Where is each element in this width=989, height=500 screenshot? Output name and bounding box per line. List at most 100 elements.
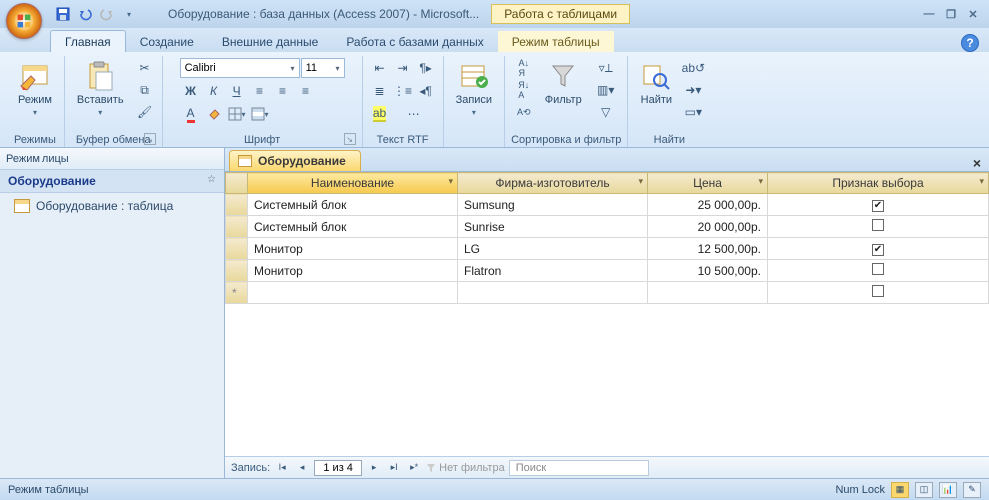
underline-icon[interactable]: Ч: [226, 81, 248, 101]
gridlines-icon[interactable]: ▾: [226, 104, 248, 124]
chart-view-icon[interactable]: 📊: [939, 482, 957, 498]
row-selector[interactable]: [226, 260, 248, 282]
cell-manufacturer[interactable]: Sumsung: [458, 194, 648, 216]
tab-external-data[interactable]: Внешние данные: [208, 31, 333, 52]
checkbox-icon[interactable]: ✔: [872, 244, 884, 256]
cell-manufacturer[interactable]: Sunrise: [458, 216, 648, 238]
cell-name[interactable]: Монитор: [248, 260, 458, 282]
replace-icon[interactable]: ab↺: [682, 58, 704, 78]
select-all-cell[interactable]: [226, 173, 248, 194]
copy-icon[interactable]: ⧉: [134, 80, 156, 100]
cell-flag[interactable]: [768, 216, 989, 238]
checkbox-icon[interactable]: [872, 219, 884, 231]
increase-indent-icon[interactable]: ⇥: [392, 58, 414, 78]
cell-price[interactable]: 10 500,00р.: [648, 260, 768, 282]
tab-datasheet[interactable]: Режим таблицы: [498, 31, 614, 52]
cell-price[interactable]: 25 000,00р.: [648, 194, 768, 216]
chevron-down-icon[interactable]: ▾: [448, 176, 453, 187]
cell-manufacturer[interactable]: LG: [458, 238, 648, 260]
cell-name[interactable]: Системный блок: [248, 194, 458, 216]
next-record-icon[interactable]: ▸: [366, 460, 382, 476]
nav-category[interactable]: Оборудование☆: [0, 170, 224, 193]
cell-flag[interactable]: ✔: [768, 238, 989, 260]
view-bar[interactable]: Режимлицы: [0, 148, 224, 170]
column-header-manufacturer[interactable]: Фирма-изготовитель▾: [458, 173, 648, 194]
chevron-down-icon[interactable]: ▾: [638, 176, 643, 187]
new-record-icon[interactable]: ▸*: [406, 460, 422, 476]
column-header-name[interactable]: Наименование▾: [248, 173, 458, 194]
richtext-more-icon[interactable]: ⋯: [392, 104, 436, 124]
sort-desc-icon[interactable]: Я↓А: [513, 80, 535, 100]
bullet-list-icon[interactable]: ⋮≡: [392, 81, 414, 101]
checkbox-icon[interactable]: ✔: [872, 200, 884, 212]
document-tab[interactable]: Оборудование: [229, 150, 361, 171]
clipboard-dialog-launcher-icon[interactable]: ↘: [144, 133, 156, 145]
row-selector[interactable]: [226, 238, 248, 260]
redo-icon[interactable]: [98, 5, 116, 23]
find-button[interactable]: Найти: [634, 58, 678, 108]
help-icon[interactable]: ?: [961, 34, 979, 52]
cut-icon[interactable]: ✂: [134, 58, 156, 78]
new-record-selector[interactable]: *: [226, 282, 248, 304]
checkbox-icon[interactable]: [872, 263, 884, 275]
font-dialog-launcher-icon[interactable]: ↘: [344, 133, 356, 145]
pivot-view-icon[interactable]: ◫: [915, 482, 933, 498]
search-box[interactable]: Поиск: [509, 460, 649, 476]
alt-row-color-icon[interactable]: ▾: [249, 104, 271, 124]
font-color-icon[interactable]: A: [180, 104, 202, 124]
undo-icon[interactable]: [76, 5, 94, 23]
sort-asc-icon[interactable]: А↓Я: [513, 58, 535, 78]
view-button[interactable]: Режим ▾: [12, 58, 58, 119]
clear-sort-icon[interactable]: А⟲: [513, 102, 535, 122]
table-row[interactable]: Системный блокSumsung25 000,00р. ✔: [226, 194, 989, 216]
office-button[interactable]: [6, 3, 42, 39]
record-position-input[interactable]: [314, 460, 362, 476]
toggle-filter-icon[interactable]: ▽: [592, 102, 620, 122]
records-button[interactable]: Записи ▾: [450, 58, 499, 119]
format-painter-icon[interactable]: 🖌: [134, 102, 156, 122]
rtl-icon[interactable]: ◂¶: [415, 81, 437, 101]
checkbox-icon[interactable]: [872, 285, 884, 297]
filter-button[interactable]: Фильтр: [539, 58, 588, 108]
cell-price[interactable]: 20 000,00р.: [648, 216, 768, 238]
align-left-icon[interactable]: ≡: [249, 81, 271, 101]
font-name-combo[interactable]: Calibri▾: [180, 58, 300, 78]
column-header-price[interactable]: Цена▾: [648, 173, 768, 194]
table-row[interactable]: Системный блокSunrise20 000,00р.: [226, 216, 989, 238]
cell-price[interactable]: 12 500,00р.: [648, 238, 768, 260]
advanced-filter-icon[interactable]: ▥▾: [592, 80, 620, 100]
highlight-icon[interactable]: ab: [369, 104, 391, 124]
bold-icon[interactable]: Ж: [180, 81, 202, 101]
select-icon[interactable]: ▭▾: [682, 102, 704, 122]
chevron-down-icon[interactable]: ▾: [758, 176, 763, 187]
new-record-row[interactable]: *: [226, 282, 989, 304]
datasheet-view-icon[interactable]: ▦: [891, 482, 909, 498]
cell-flag[interactable]: [768, 260, 989, 282]
align-center-icon[interactable]: ≡: [272, 81, 294, 101]
cell-name[interactable]: Системный блок: [248, 216, 458, 238]
selection-filter-icon[interactable]: ▿⟂: [592, 58, 620, 78]
design-view-icon[interactable]: ✎: [963, 482, 981, 498]
minimize-button[interactable]: —: [921, 7, 937, 21]
italic-icon[interactable]: К: [203, 81, 225, 101]
paste-button[interactable]: Вставить ▾: [71, 58, 130, 119]
nav-item-table[interactable]: Оборудование : таблица: [0, 193, 224, 219]
prev-record-icon[interactable]: ◂: [294, 460, 310, 476]
align-right-icon[interactable]: ≡: [295, 81, 317, 101]
table-row[interactable]: МониторFlatron10 500,00р.: [226, 260, 989, 282]
row-selector[interactable]: [226, 194, 248, 216]
goto-icon[interactable]: ➜▾: [682, 80, 704, 100]
row-selector[interactable]: [226, 216, 248, 238]
cell-flag[interactable]: ✔: [768, 194, 989, 216]
table-row[interactable]: МониторLG12 500,00р. ✔: [226, 238, 989, 260]
column-header-flag[interactable]: Признак выбора▾: [768, 173, 989, 194]
tab-database-tools[interactable]: Работа с базами данных: [332, 31, 497, 52]
datasheet-grid[interactable]: Наименование▾ Фирма-изготовитель▾ Цена▾ …: [225, 172, 989, 456]
first-record-icon[interactable]: I◂: [274, 460, 290, 476]
qat-customize-icon[interactable]: ▾: [120, 5, 138, 23]
restore-button[interactable]: ❐: [943, 7, 959, 21]
decrease-indent-icon[interactable]: ⇤: [369, 58, 391, 78]
cell-name[interactable]: Монитор: [248, 238, 458, 260]
cell-manufacturer[interactable]: Flatron: [458, 260, 648, 282]
numbered-list-icon[interactable]: ≣: [369, 81, 391, 101]
